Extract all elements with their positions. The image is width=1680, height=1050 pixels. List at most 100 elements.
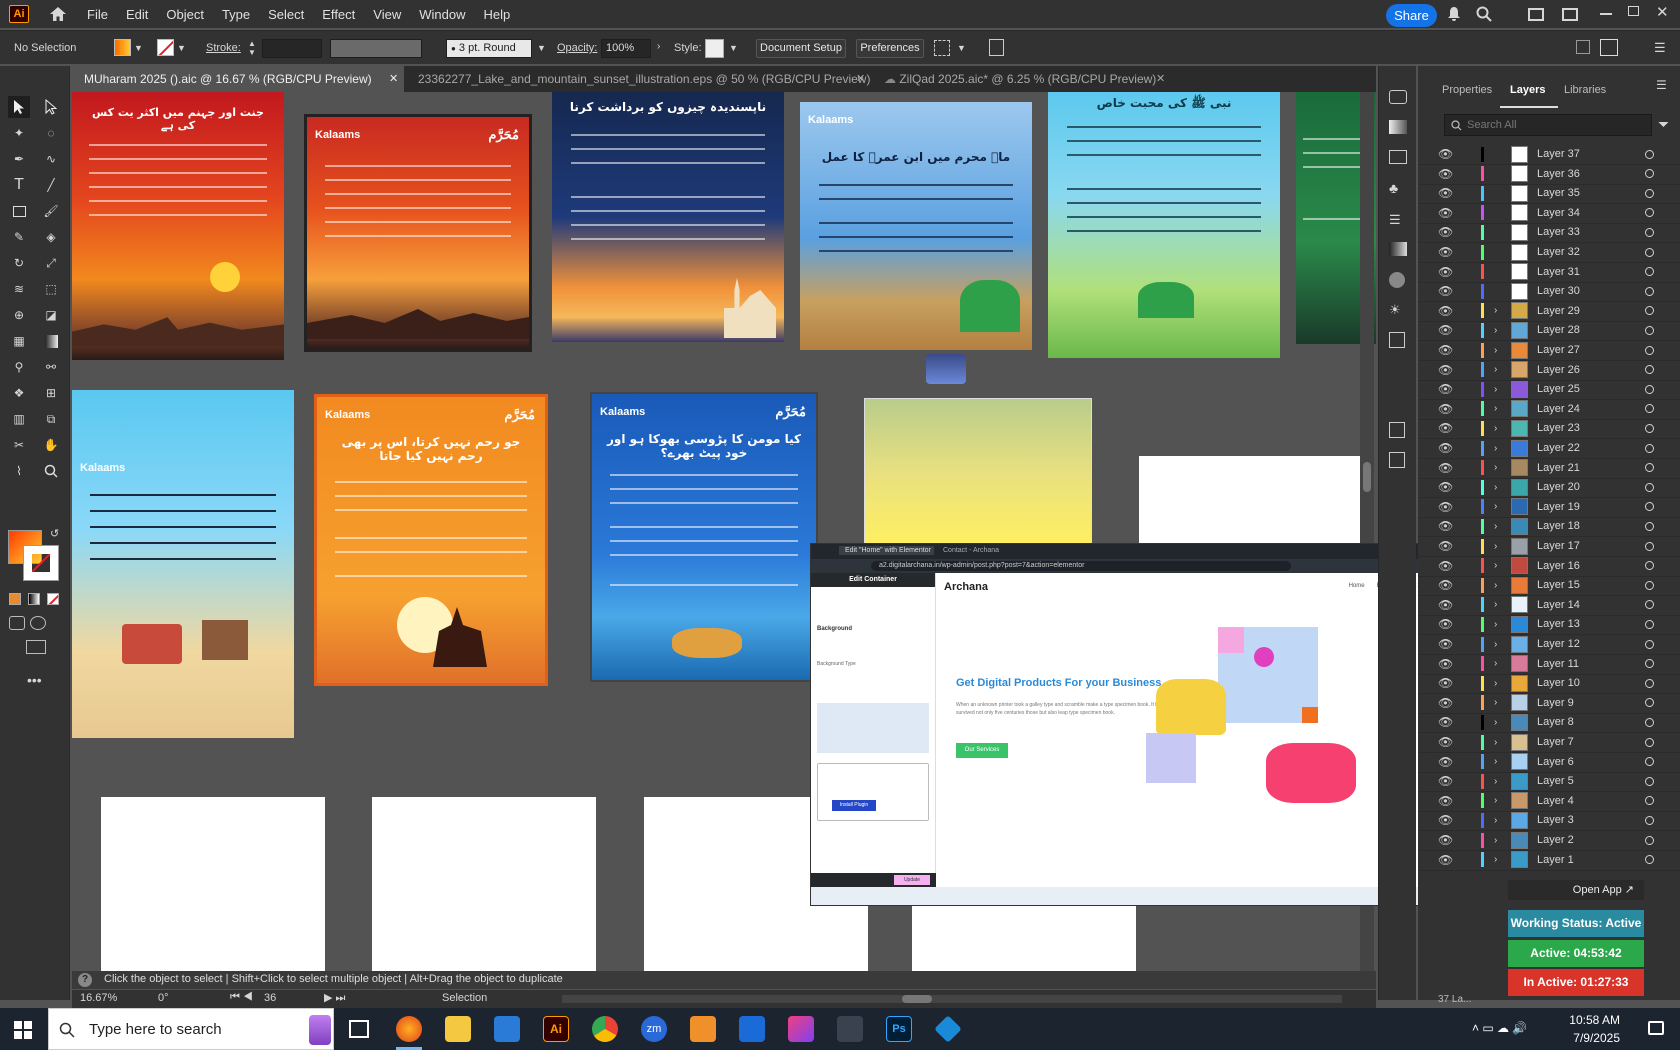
bell-icon[interactable] (1448, 7, 1460, 21)
menu-item-type[interactable]: Type (222, 7, 250, 22)
layer-row[interactable]: 👁 › Layer 23 (1418, 418, 1680, 440)
target-circle-icon[interactable] (1645, 423, 1654, 433)
browser-window[interactable]: Edit "Home" with Elementor Contact - Arc… (810, 543, 1460, 906)
notifications-icon[interactable] (1648, 1021, 1664, 1035)
menu-item-help[interactable]: Help (483, 7, 510, 22)
symbols-icon[interactable]: ♣ (1389, 180, 1398, 196)
chevron-right-icon[interactable]: › (1494, 541, 1497, 552)
layer-row[interactable]: 👁 › Layer 3 (1418, 810, 1680, 832)
layers-search-input[interactable]: Search All (1444, 114, 1652, 136)
blend-tool-icon[interactable]: ⚯ (40, 356, 62, 378)
firefox-icon[interactable] (396, 1016, 422, 1042)
visibility-eye-icon[interactable]: 👁 (1438, 813, 1453, 827)
target-circle-icon[interactable] (1645, 541, 1654, 551)
visibility-eye-icon[interactable]: 👁 (1438, 696, 1453, 710)
photoshop-icon[interactable]: Ps (886, 1016, 912, 1042)
chevron-right-icon[interactable]: › (1494, 717, 1497, 728)
artboard-tool-icon[interactable]: ⧉ (40, 408, 62, 430)
mesh-tool-icon[interactable]: ⊞ (40, 382, 62, 404)
gradient-mode-icon[interactable] (28, 593, 40, 605)
chevron-right-icon[interactable]: › (1494, 815, 1497, 826)
artboard-3[interactable]: ناپسندیدہ چیزوں کو برداشت کرنا (552, 92, 784, 342)
visibility-eye-icon[interactable]: 👁 (1438, 617, 1453, 631)
shaper-tool-icon[interactable]: ✎ (8, 226, 30, 248)
chevron-right-icon[interactable]: › (1494, 325, 1497, 336)
column-graph-tool-icon[interactable]: ▥ (8, 408, 30, 430)
layer-row[interactable]: 👁 › Layer 13 (1418, 614, 1680, 636)
chevron-right-icon[interactable]: › (1494, 501, 1497, 512)
restore-icon[interactable] (1628, 6, 1639, 16)
scissors-tool-icon[interactable]: ⌇ (8, 460, 30, 482)
close-tab-icon[interactable]: ✕ (389, 66, 398, 92)
layer-row[interactable]: 👁 › Layer 26 (1418, 360, 1680, 381)
visibility-eye-icon[interactable]: 👁 (1438, 500, 1453, 514)
warp-tool-icon[interactable]: ≋ (8, 278, 30, 300)
tab-libraries[interactable]: Libraries (1564, 84, 1606, 96)
visibility-eye-icon[interactable]: 👁 (1438, 206, 1453, 220)
target-circle-icon[interactable] (1645, 286, 1654, 296)
target-circle-icon[interactable] (1645, 580, 1654, 590)
chevron-down-icon[interactable]: ▼ (729, 43, 738, 53)
layer-row[interactable]: 👁 Layer 32 (1418, 242, 1680, 263)
target-circle-icon[interactable] (1645, 267, 1654, 277)
layer-row[interactable]: 👁 › Layer 25 (1418, 379, 1680, 401)
tab-muharam[interactable]: MUharam 2025 ().aic @ 16.67 % (RGB/CPU P… (72, 66, 404, 92)
artboard-12[interactable] (101, 797, 325, 979)
layer-row[interactable]: 👁 › Layer 2 (1418, 830, 1680, 851)
target-circle-icon[interactable] (1645, 247, 1654, 257)
target-circle-icon[interactable] (1645, 404, 1654, 414)
perspective-grid-tool-icon[interactable]: ▦ (8, 330, 30, 352)
draw-behind-icon[interactable] (30, 616, 46, 630)
chevron-right-icon[interactable]: › (1494, 403, 1497, 414)
chevron-right-icon[interactable]: › (1494, 482, 1497, 493)
artboard-4[interactable]: Kalaams ماہ محرم میں ابن عمرؓ کا عمل (800, 102, 1032, 350)
layer-row[interactable]: 👁 › Layer 14 (1418, 595, 1680, 616)
isolate-icon[interactable] (989, 39, 1004, 56)
chevron-right-icon[interactable]: › (1494, 580, 1497, 591)
chevron-right-icon[interactable]: › (1494, 384, 1497, 395)
layer-row[interactable]: 👁 Layer 30 (1418, 281, 1680, 303)
layer-row[interactable]: 👁 › Layer 18 (1418, 516, 1680, 538)
visibility-eye-icon[interactable]: 👁 (1438, 382, 1453, 396)
target-circle-icon[interactable] (1645, 365, 1654, 375)
tab-properties[interactable]: Properties (1442, 84, 1492, 96)
pen-app-icon[interactable] (837, 1016, 863, 1042)
layer-row[interactable]: 👁 › Layer 9 (1418, 693, 1680, 714)
variable-width-profile[interactable] (330, 39, 422, 58)
gradient-panel-icon[interactable] (1389, 242, 1407, 256)
vscode-icon[interactable] (494, 1016, 520, 1042)
layer-row[interactable]: 👁 › Layer 15 (1418, 575, 1680, 597)
paintbrush-tool-icon[interactable]: 🖌 (40, 200, 62, 222)
target-circle-icon[interactable] (1645, 208, 1654, 218)
visibility-eye-icon[interactable]: 👁 (1438, 402, 1453, 416)
layer-row[interactable]: 👁 Layer 37 (1418, 144, 1680, 165)
layer-row[interactable]: 👁 › Layer 8 (1418, 712, 1680, 734)
menu-item-object[interactable]: Object (166, 7, 204, 22)
free-transform-tool-icon[interactable]: ⬚ (40, 278, 62, 300)
layer-row[interactable]: 👁 › Layer 4 (1418, 791, 1680, 812)
layer-row[interactable]: 👁 Layer 34 (1418, 203, 1680, 224)
stroke-weight-input[interactable] (262, 39, 322, 58)
artboard-number[interactable]: 36 (264, 992, 276, 1004)
rotation-value[interactable]: 0° (158, 992, 169, 1004)
visibility-eye-icon[interactable]: 👁 (1438, 637, 1453, 651)
workspace-icon[interactable] (1528, 8, 1544, 21)
chevron-right-icon[interactable]: › (1494, 697, 1497, 708)
zoom-icon[interactable]: zm (641, 1016, 667, 1042)
target-circle-icon[interactable] (1645, 149, 1654, 159)
layer-row[interactable]: 👁 › Layer 10 (1418, 673, 1680, 695)
layer-row[interactable]: 👁 › Layer 22 (1418, 438, 1680, 459)
visibility-eye-icon[interactable]: 👁 (1438, 284, 1453, 298)
target-circle-icon[interactable] (1645, 698, 1654, 708)
target-circle-icon[interactable] (1645, 384, 1654, 394)
layer-row[interactable]: 👁 Layer 35 (1418, 183, 1680, 205)
artboard-8[interactable]: Kalaams مُحَرَّم جو رحم نہیں کرتا، اس پر… (314, 394, 548, 686)
visibility-eye-icon[interactable]: 👁 (1438, 657, 1453, 671)
target-circle-icon[interactable] (1645, 815, 1654, 825)
transparency-icon[interactable] (1389, 272, 1405, 288)
visibility-eye-icon[interactable]: 👁 (1438, 225, 1453, 239)
chevron-right-icon[interactable]: › (1494, 560, 1497, 571)
visibility-eye-icon[interactable]: 👁 (1438, 343, 1453, 357)
artboard-10[interactable] (864, 398, 1092, 546)
eyedropper-tool-icon[interactable]: ⚲ (8, 356, 30, 378)
